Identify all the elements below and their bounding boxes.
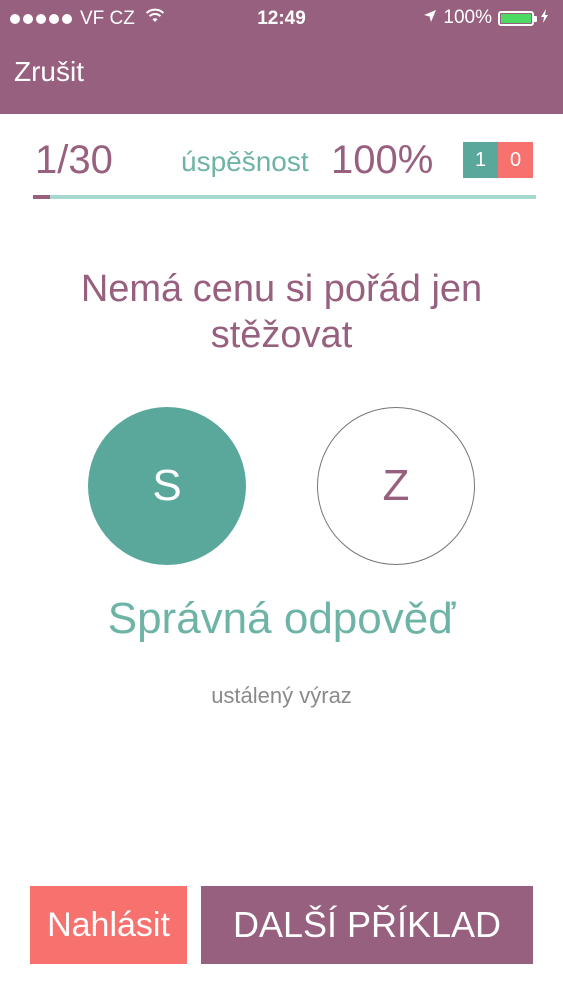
success-rate-value: 100% xyxy=(331,138,434,182)
battery-icon xyxy=(498,10,537,26)
status-bar: VF CZ 12:49 100% xyxy=(0,0,563,38)
answer-option-z[interactable]: Z xyxy=(317,407,475,565)
wrong-count: 0 xyxy=(498,142,533,178)
cancel-button[interactable]: Zrušit xyxy=(14,56,84,88)
question-text: Nemá cenu si pořád jen stěžovat xyxy=(80,268,483,356)
location-arrow-icon xyxy=(423,7,437,29)
score-box: 1 0 xyxy=(463,142,533,178)
charging-bolt-icon xyxy=(540,7,549,29)
top-bar: VF CZ 12:49 100% Zrušit xyxy=(0,0,563,114)
battery-percent: 100% xyxy=(443,7,492,28)
question-counter: 1/30 xyxy=(35,138,113,182)
answer-explanation: ustálený výraz xyxy=(211,683,352,708)
answer-option-s[interactable]: S xyxy=(88,407,246,565)
progress-bar-fill xyxy=(33,195,50,199)
result-message: Správná odpověď xyxy=(107,594,456,643)
report-button[interactable]: Nahlásit xyxy=(30,886,187,964)
status-right: 100% xyxy=(423,7,549,29)
progress-bar xyxy=(33,195,536,199)
stats-row: 1/30 úspěšnost 100% 1 0 xyxy=(33,138,533,182)
success-rate-label: úspěšnost xyxy=(181,146,309,177)
battery-fill xyxy=(501,13,531,23)
correct-count: 1 xyxy=(463,142,498,178)
next-example-button[interactable]: DALŠÍ PŘÍKLAD xyxy=(201,886,533,964)
